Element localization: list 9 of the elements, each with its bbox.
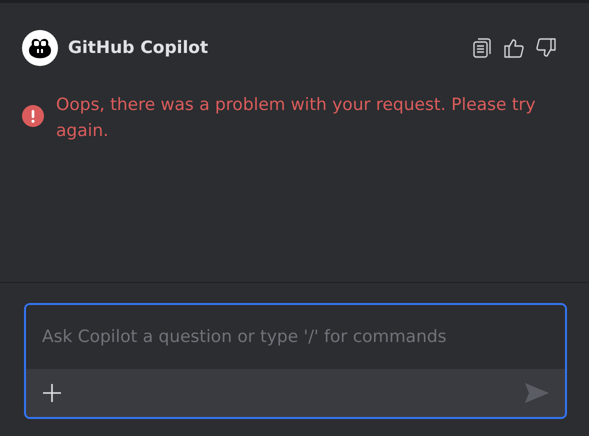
thumbs-up-icon[interactable]: [503, 37, 525, 59]
chat-input-field[interactable]: Ask Copilot a question or type '/' for commands: [24, 303, 567, 419]
error-icon: [22, 105, 44, 127]
copy-icon[interactable]: [471, 37, 493, 59]
add-icon[interactable]: [42, 383, 62, 403]
chat-author: GitHub Copilot: [68, 38, 210, 58]
copilot-avatar-icon: [22, 30, 58, 66]
thumbs-down-icon[interactable]: [535, 37, 557, 59]
error-message: Oops, there was a problem with your request. Please try again.: [56, 94, 536, 143]
